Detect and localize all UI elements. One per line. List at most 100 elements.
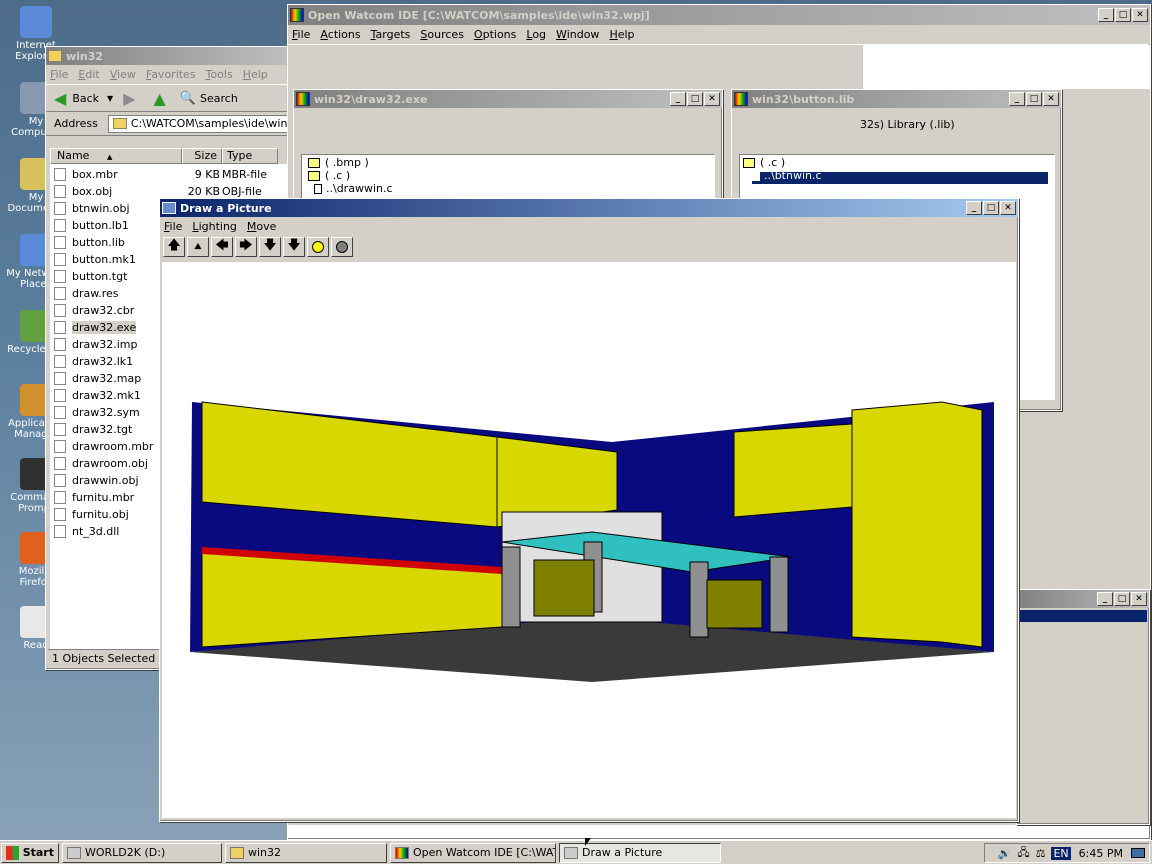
file-name: draw32.tgt <box>72 423 133 436</box>
maximize-button[interactable]: □ <box>1115 8 1131 22</box>
file-row[interactable]: drawwin.obj <box>54 472 139 489</box>
file-row[interactable]: draw32.mk1 <box>54 387 141 404</box>
tree-item[interactable]: ( .c ) <box>308 169 350 182</box>
clock[interactable]: 6:45 PM <box>1079 847 1123 860</box>
minimize-button[interactable]: _ <box>670 92 686 106</box>
tree-item[interactable]: ( .bmp ) <box>308 156 369 169</box>
file-row[interactable]: draw.res <box>54 285 136 302</box>
col-name[interactable]: Name ▲ <box>50 148 182 164</box>
menu-help[interactable]: Help <box>243 68 268 81</box>
task-watcom-ide[interactable]: Open Watcom IDE [C:\WAT... <box>390 842 556 863</box>
close-button[interactable]: ✕ <box>1000 201 1016 215</box>
light-yellow-icon[interactable] <box>307 237 329 257</box>
file-row[interactable]: btnwin.obj <box>54 200 136 217</box>
back-arrow-icon[interactable]: ◀ <box>54 89 66 108</box>
file-row[interactable]: draw32.map <box>54 370 141 387</box>
ide-menu-help[interactable]: Help <box>609 28 634 41</box>
file-row[interactable]: furnitu.mbr <box>54 489 136 506</box>
file-row[interactable]: draw32.exe <box>54 319 136 336</box>
safely-remove-icon[interactable]: ⚖ <box>1036 847 1046 860</box>
close-button[interactable]: ✕ <box>1132 8 1148 22</box>
close-button[interactable]: ✕ <box>704 92 720 106</box>
file-icon <box>54 202 66 215</box>
back-button[interactable]: Back <box>72 92 99 105</box>
menu-favorites[interactable]: Favorites <box>146 68 196 81</box>
search-button[interactable]: Search <box>200 92 238 105</box>
file-row[interactable]: draw32.imp <box>54 336 138 353</box>
show-desktop-icon[interactable] <box>1131 848 1145 858</box>
minimize-button[interactable]: _ <box>1009 92 1025 106</box>
file-row[interactable]: drawroom.obj <box>54 455 148 472</box>
folder-icon <box>743 157 755 168</box>
ide-titlebar[interactable]: Open Watcom IDE [C:\WATCOM\samples\ide\w… <box>288 5 1150 25</box>
explorer-titlebar[interactable]: win32 <box>46 47 294 65</box>
start-button[interactable]: Start <box>1 842 59 863</box>
file-row[interactable]: box.obj <box>54 183 136 200</box>
light-gray-icon[interactable] <box>331 237 353 257</box>
maximize-button[interactable]: □ <box>983 201 999 215</box>
col-type[interactable]: Type <box>222 148 278 164</box>
file-row[interactable]: nt_3d.dll <box>54 523 136 540</box>
ide-menu-log[interactable]: Log <box>526 28 546 41</box>
button-lib-titlebar[interactable]: win32\button.lib _ □ ✕ <box>732 90 1061 108</box>
file-row[interactable]: button.tgt <box>54 268 136 285</box>
move-down-fast-icon[interactable]: 🡇 <box>283 237 305 257</box>
file-row[interactable]: drawroom.mbr <box>54 438 153 455</box>
file-row[interactable]: button.mk1 <box>54 251 136 268</box>
maximize-button[interactable]: □ <box>1114 592 1130 606</box>
tree-item[interactable]: ..\drawwin.c <box>314 182 393 195</box>
task-world2k[interactable]: WORLD2K (D:) <box>62 842 222 863</box>
move-right-icon[interactable]: 🡆 <box>235 237 257 257</box>
tree-item-selected[interactable]: ..\btnwin.c <box>752 169 822 182</box>
paint-app-icon <box>162 202 176 214</box>
maximize-button[interactable]: □ <box>1026 92 1042 106</box>
ide-menu-options[interactable]: Options <box>474 28 516 41</box>
move-left-icon[interactable]: 🡄 <box>211 237 233 257</box>
draw-titlebar[interactable]: Draw a Picture _ □ ✕ <box>160 199 1018 217</box>
file-row[interactable]: draw32.lk1 <box>54 353 136 370</box>
file-row[interactable]: button.lb1 <box>54 217 136 234</box>
tree-item[interactable]: ( .c ) <box>743 156 785 169</box>
language-indicator[interactable]: EN <box>1051 846 1071 860</box>
draw-canvas[interactable] <box>162 262 1016 818</box>
draw-menu-file[interactable]: File <box>164 220 182 233</box>
move-up-icon[interactable]: 🡅 <box>163 237 185 257</box>
draw-menu-lighting[interactable]: Lighting <box>192 220 236 233</box>
address-input[interactable]: C:\WATCOM\samples\ide\win32 <box>107 114 303 133</box>
back-dropdown-icon[interactable]: ▼ <box>107 94 113 103</box>
maximize-button[interactable]: □ <box>687 92 703 106</box>
task-win32[interactable]: win32 <box>225 842 387 863</box>
menu-view[interactable]: View <box>110 68 136 81</box>
menu-tools[interactable]: Tools <box>206 68 233 81</box>
ide-menu-targets[interactable]: Targets <box>371 28 411 41</box>
file-row[interactable]: draw32.cbr <box>54 302 136 319</box>
move-down-icon[interactable]: 🡇 <box>259 237 281 257</box>
log-titlebar[interactable]: _ □ ✕ <box>1017 590 1149 608</box>
draw-menu-move[interactable]: Move <box>247 220 277 233</box>
draw32-titlebar[interactable]: win32\draw32.exe _ □ ✕ <box>294 90 722 108</box>
minimize-button[interactable]: _ <box>1098 8 1114 22</box>
minimize-button[interactable]: _ <box>966 201 982 215</box>
menu-edit[interactable]: Edit <box>78 68 99 81</box>
file-row[interactable]: draw32.sym <box>54 404 140 421</box>
up-folder-icon[interactable]: ▲ <box>154 89 166 108</box>
volume-icon[interactable]: 🔊 <box>998 847 1012 860</box>
ide-menu-window[interactable]: Window <box>556 28 599 41</box>
task-draw-picture[interactable]: Draw a Picture <box>559 842 721 863</box>
network-icon[interactable]: 🖧 <box>1017 844 1029 863</box>
move-up-fast-icon[interactable]: ⯅ <box>187 237 209 257</box>
ide-menu-sources[interactable]: Sources <box>420 28 464 41</box>
file-row[interactable]: button.lib <box>54 234 136 251</box>
forward-arrow-icon[interactable]: ▶ <box>123 89 135 108</box>
col-size[interactable]: Size <box>182 148 222 164</box>
search-icon[interactable]: 🔍 <box>180 91 196 106</box>
ide-menu-file[interactable]: File <box>292 28 310 41</box>
file-row[interactable]: draw32.tgt <box>54 421 136 438</box>
ide-menu-actions[interactable]: Actions <box>320 28 360 41</box>
file-row[interactable]: furnitu.obj <box>54 506 136 523</box>
file-row[interactable]: box.mbr <box>54 166 136 183</box>
menu-file[interactable]: File <box>50 68 68 81</box>
minimize-button[interactable]: _ <box>1097 592 1113 606</box>
close-button[interactable]: ✕ <box>1131 592 1147 606</box>
close-button[interactable]: ✕ <box>1043 92 1059 106</box>
